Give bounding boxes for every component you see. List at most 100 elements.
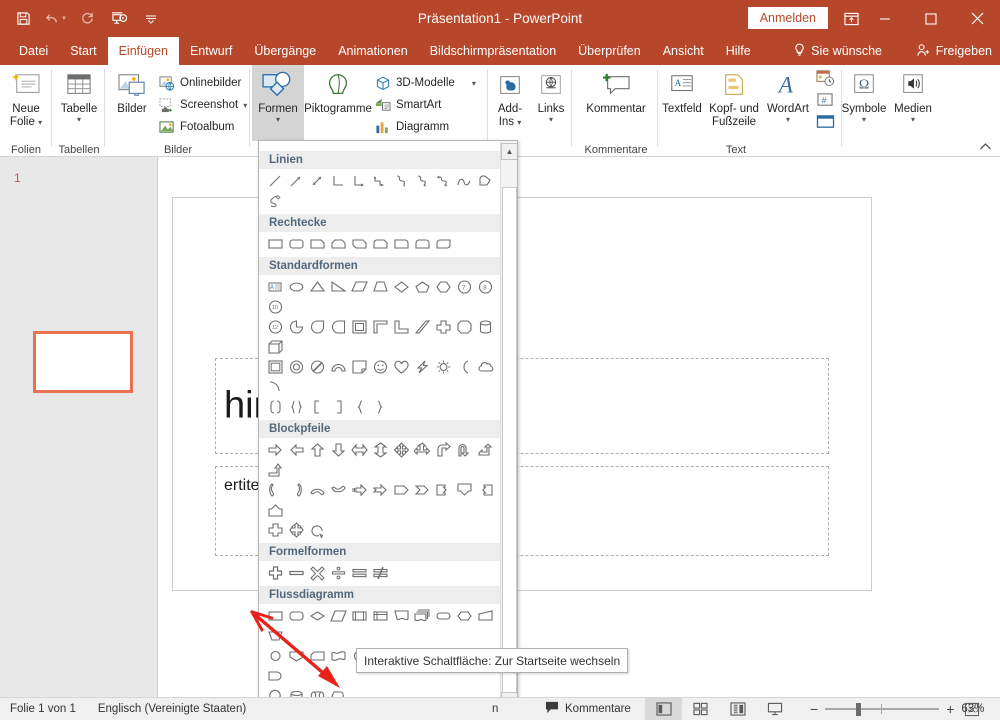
flowchart-multidocument-icon[interactable] <box>412 606 433 626</box>
pictures-button[interactable]: Bilder <box>108 65 156 139</box>
connector-curved-double-arrow-icon[interactable] <box>433 171 454 191</box>
lightning-bolt-icon[interactable] <box>412 357 433 377</box>
reading-view-button[interactable] <box>719 698 756 720</box>
folded-corner-icon[interactable] <box>349 357 370 377</box>
add-ins-button[interactable]: Add- Ins ▾ <box>490 65 530 139</box>
text-box-button[interactable]: A Textfeld <box>660 65 704 139</box>
flowchart-off-page-connector-icon[interactable] <box>286 646 307 666</box>
sign-in-button[interactable]: Anmelden <box>747 7 828 29</box>
curved-down-arrow-icon[interactable] <box>328 480 349 500</box>
decagon-icon[interactable]: 10 <box>265 297 286 317</box>
division-sign-icon[interactable] <box>328 563 349 583</box>
language-indicator[interactable]: Englisch (Vereinigte Staaten) <box>98 703 246 715</box>
connector-elbow-icon[interactable] <box>328 171 349 191</box>
arc-icon[interactable] <box>265 377 286 397</box>
scroll-up-icon[interactable]: ▲ <box>501 143 517 160</box>
snip-same-side-corner-rectangle-icon[interactable] <box>328 234 349 254</box>
tab-entwurf[interactable]: Entwurf <box>179 37 243 65</box>
octagon-icon[interactable]: 8 <box>475 277 496 297</box>
right-triangle-icon[interactable] <box>328 277 349 297</box>
new-slide-button[interactable]: Neue Folie ▾ <box>0 65 52 139</box>
scribble-icon[interactable] <box>265 141 286 148</box>
curved-left-arrow-icon[interactable] <box>286 480 307 500</box>
notched-right-arrow-icon[interactable] <box>370 480 391 500</box>
shapes-gallery-dropdown[interactable]: Linien Rechtecke Standardformen A 7 8 10… <box>258 140 518 710</box>
slide-sorter-view-button[interactable] <box>682 698 719 720</box>
slideshow-view-button[interactable] <box>756 698 793 720</box>
minimize-icon[interactable] <box>862 0 908 37</box>
zoom-slider[interactable] <box>825 703 940 716</box>
left-up-arrow-icon[interactable] <box>475 440 496 460</box>
circular-arrow-icon[interactable] <box>307 520 328 540</box>
connector-elbow-double-arrow-icon[interactable] <box>370 171 391 191</box>
striped-right-arrow-icon[interactable] <box>349 480 370 500</box>
curved-up-arrow-icon[interactable] <box>307 480 328 500</box>
tab-ueberpruefen[interactable]: Überprüfen <box>567 37 652 65</box>
undo-icon[interactable]: ▾ <box>40 5 70 33</box>
heart-icon[interactable] <box>391 357 412 377</box>
round-single-corner-rectangle-icon[interactable] <box>391 234 412 254</box>
curve-icon[interactable] <box>307 141 328 148</box>
media-button[interactable]: Medien ▾ <box>889 65 937 139</box>
arc-icon[interactable] <box>349 141 370 148</box>
right-arrow-icon[interactable] <box>265 440 286 460</box>
diamond-icon[interactable] <box>391 277 412 297</box>
trapezoid-icon[interactable] <box>370 277 391 297</box>
tab-bildschirmpraesentation[interactable]: Bildschirmpräsentation <box>419 37 567 65</box>
star-icon[interactable] <box>370 141 391 148</box>
comment-button[interactable]: Kommentar <box>574 65 658 139</box>
tab-animationen[interactable]: Animationen <box>327 37 419 65</box>
left-right-arrow-callout-icon[interactable] <box>265 520 286 540</box>
shapes-button[interactable]: Formen ▾ <box>252 65 304 141</box>
smartart-button[interactable]: SmartArt <box>374 94 476 116</box>
symbols-button[interactable]: Ω Symbole ▾ <box>840 65 888 139</box>
slide-thumbnail-1[interactable] <box>33 331 133 393</box>
flowchart-connector-icon[interactable] <box>265 646 286 666</box>
curved-right-arrow-icon[interactable] <box>265 480 286 500</box>
date-time-button[interactable] <box>812 69 838 91</box>
object-button[interactable] <box>812 113 838 135</box>
zoom-out-button[interactable]: − <box>810 701 818 717</box>
moon-icon[interactable] <box>454 357 475 377</box>
slide-thumbnail-pane[interactable]: 1 <box>0 157 158 697</box>
curly-brace-left-icon[interactable] <box>349 397 370 417</box>
rounded-rectangle-icon[interactable] <box>286 234 307 254</box>
notes-button[interactable]: n <box>492 703 498 715</box>
shapes-gallery-scrollbar[interactable]: ▲ ▼ <box>500 141 517 709</box>
corner-icon[interactable] <box>391 317 412 337</box>
maximize-icon[interactable] <box>908 0 954 37</box>
normal-view-button[interactable] <box>645 697 682 720</box>
round-same-side-corner-rectangle-icon[interactable] <box>412 234 433 254</box>
quad-arrow-callout-icon[interactable] <box>286 520 307 540</box>
flowchart-decision-icon[interactable] <box>307 606 328 626</box>
ribbon-display-options-icon[interactable] <box>839 8 863 30</box>
u-turn-arrow-icon[interactable] <box>454 440 475 460</box>
diagonal-stripe-icon[interactable] <box>412 317 433 337</box>
snip-single-corner-rectangle-icon[interactable] <box>307 234 328 254</box>
save-icon[interactable] <box>8 5 38 33</box>
bevel-icon[interactable] <box>265 357 286 377</box>
tab-start[interactable]: Start <box>59 37 107 65</box>
square-bracket-right-icon[interactable] <box>328 397 349 417</box>
line-icon[interactable] <box>286 141 307 148</box>
curly-brace-right-icon[interactable] <box>370 397 391 417</box>
flowchart-alternate-process-icon[interactable] <box>286 606 307 626</box>
comments-button[interactable]: Kommentare <box>545 701 631 717</box>
left-bracket-icon[interactable] <box>265 397 286 417</box>
chart-button[interactable]: Diagramm <box>374 116 476 138</box>
chevron-icon[interactable] <box>412 480 433 500</box>
isosceles-triangle-icon[interactable] <box>307 277 328 297</box>
tab-uebergaenge[interactable]: Übergänge <box>243 37 327 65</box>
scrollbar-thumb[interactable] <box>502 187 517 709</box>
cylinder-icon[interactable] <box>475 317 496 337</box>
icons-button[interactable]: Piktogramme <box>304 65 372 139</box>
customize-qat-icon[interactable] <box>136 5 166 33</box>
start-slideshow-icon[interactable] <box>104 5 134 33</box>
cross-icon[interactable] <box>433 317 454 337</box>
flowchart-process-icon[interactable] <box>265 606 286 626</box>
header-footer-button[interactable]: Kopf- und Fußzeile <box>705 65 763 139</box>
connector-curved-arrow-icon[interactable] <box>412 171 433 191</box>
tab-einfuegen[interactable]: Einfügen <box>107 37 179 65</box>
connector-elbow-arrow-icon[interactable] <box>349 171 370 191</box>
l-shape-icon[interactable] <box>370 317 391 337</box>
